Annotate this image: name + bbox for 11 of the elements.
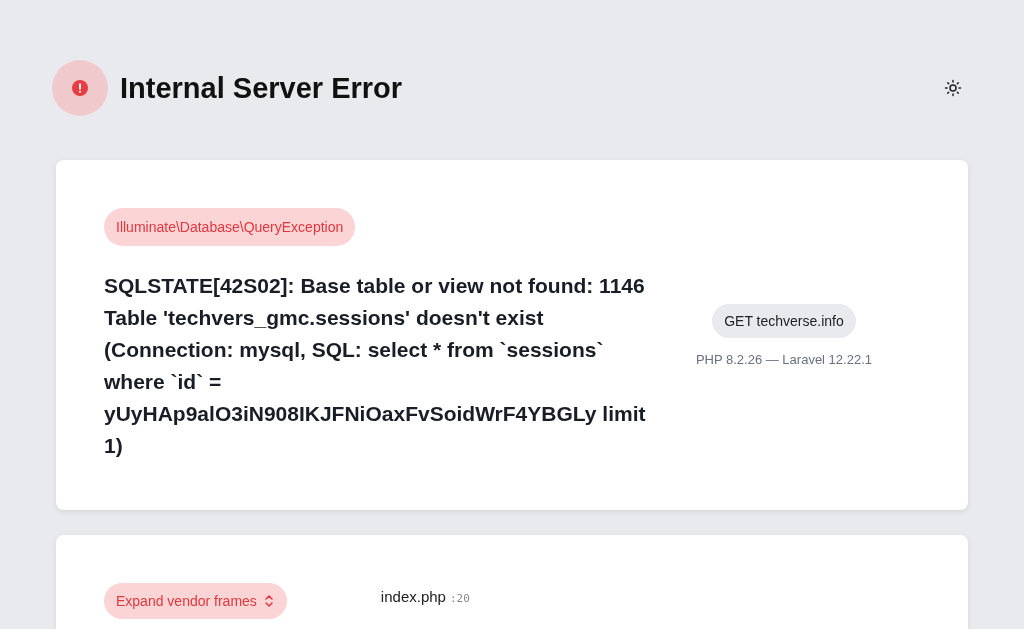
- page-title: Internal Server Error: [120, 71, 404, 105]
- exception-message: SQLSTATE[42S02]: Base table or view not found: 1146 Table 'techvers_gmc.sessions' doesn't exist (Connection: mysql, SQL: select * from `sessions` where `id` = yUyHAp9alO3iN908IKJFNiOaxFvSoidWrF4YBGLy limit 1): [104, 273, 647, 459]
- chevrons-up-down-icon: [262, 593, 275, 609]
- exception-class: Illuminate\Database\QueryException: [104, 208, 356, 246]
- expand-vendor-frames-button[interactable]: Expand vendor frames: [104, 583, 287, 619]
- request-method-url: GET techverse.info: [712, 303, 856, 338]
- frame-file: index.php: [380, 587, 446, 605]
- version-info: PHP 8.2.26 — Laravel 12.22.1: [695, 351, 872, 367]
- sun-icon: [944, 79, 962, 97]
- frame-line-number: :20: [449, 591, 470, 605]
- exclamation-icon: [72, 80, 88, 96]
